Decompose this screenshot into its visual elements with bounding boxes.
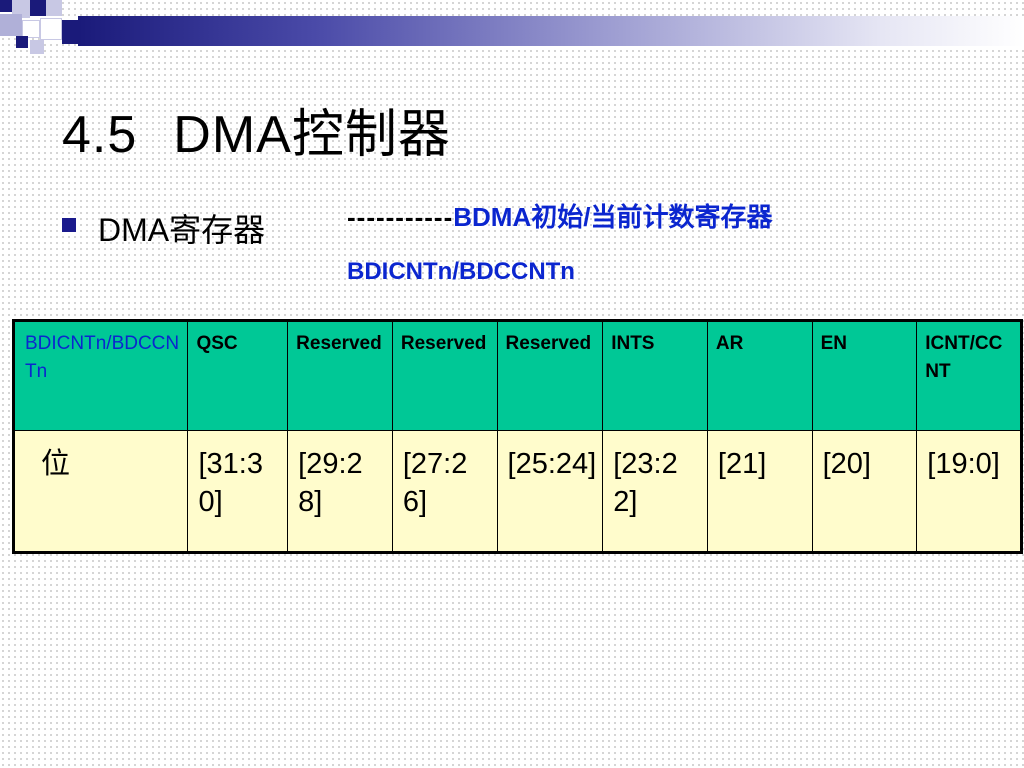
header-cell: Reserved	[391, 320, 498, 431]
square-bullet-icon	[62, 218, 76, 232]
decor-square-1	[0, 0, 12, 12]
header-cell: AR	[706, 320, 813, 431]
table-cell: [19:0]	[916, 430, 1022, 553]
header-label: EN	[820, 333, 847, 354]
slide-title: 4.5 DMA控制器	[62, 92, 451, 167]
header-label: ICNT/CCNT	[925, 333, 1003, 382]
table-cell: [21]	[706, 430, 813, 553]
bullet-text: DMA寄存器	[98, 212, 266, 248]
title-text: DMA控制器	[173, 106, 451, 164]
decor-square-9	[16, 36, 28, 48]
decor-square-10	[30, 40, 44, 54]
cell-value: [19:0]	[927, 448, 1000, 480]
dash-line: -----------	[347, 202, 454, 232]
header-label: Reserved	[505, 333, 592, 354]
table-cell: [31:30]	[187, 430, 289, 553]
header-cell: INTS	[602, 320, 708, 431]
header-cell: QSC	[187, 320, 289, 431]
decor-square-8	[62, 20, 78, 44]
table-header-row: BDICNTn/BDCCNTn QSC Reserved Reserved Re…	[12, 320, 1022, 431]
header-label: BDICNTn/BDCCNTn	[25, 333, 180, 382]
cell-value: [31:30]	[198, 448, 263, 518]
cell-value: [20]	[822, 448, 871, 480]
register-bit-table: BDICNTn/BDCCNTn QSC Reserved Reserved Re…	[12, 319, 1023, 554]
header-label: QSC	[196, 333, 238, 354]
title-number: 4.5	[62, 106, 138, 164]
table-cell: [20]	[811, 430, 918, 553]
cell-value: [29:28]	[298, 448, 363, 518]
header-cell: ICNT/CCNT	[916, 320, 1022, 431]
table-cell: [27:26]	[391, 430, 498, 553]
table-cell: [23:22]	[602, 430, 708, 553]
header-label: AR	[715, 333, 744, 354]
header-cell: Reserved	[496, 320, 604, 431]
cell-value: [27:26]	[402, 448, 468, 518]
decor-square-7	[40, 18, 62, 40]
decor-square-4	[46, 0, 62, 16]
header-cell: Reserved	[287, 320, 393, 431]
cell-value: 位	[41, 448, 71, 480]
header-cell: EN	[811, 320, 918, 431]
register-label: BDMA初始/当前计数寄存器	[453, 202, 773, 232]
cell-value: [21]	[717, 448, 767, 480]
register-name: BDICNTn/BDCCNTn	[347, 258, 575, 285]
cell-value: [25:24]	[507, 448, 597, 480]
table-cell: 位	[12, 430, 189, 553]
register-description: -----------BDMA初始/当前计数寄存器	[347, 197, 772, 234]
header-label: Reserved	[296, 333, 382, 354]
bullet-item: DMA寄存器	[62, 205, 265, 251]
table-row: 位 [31:30] [29:28] [27:26] [25:24] [23:22…	[12, 430, 1022, 553]
table-cell: [25:24]	[496, 430, 604, 553]
header-label: INTS	[611, 333, 655, 354]
header-label: Reserved	[400, 333, 487, 354]
decor-square-5	[0, 14, 22, 36]
decor-square-3	[30, 0, 46, 16]
table-cell: [29:28]	[287, 430, 393, 553]
header-gradient-bar	[78, 16, 1024, 46]
cell-value: [23:22]	[613, 448, 678, 518]
header-cell: BDICNTn/BDCCNTn	[12, 320, 189, 431]
